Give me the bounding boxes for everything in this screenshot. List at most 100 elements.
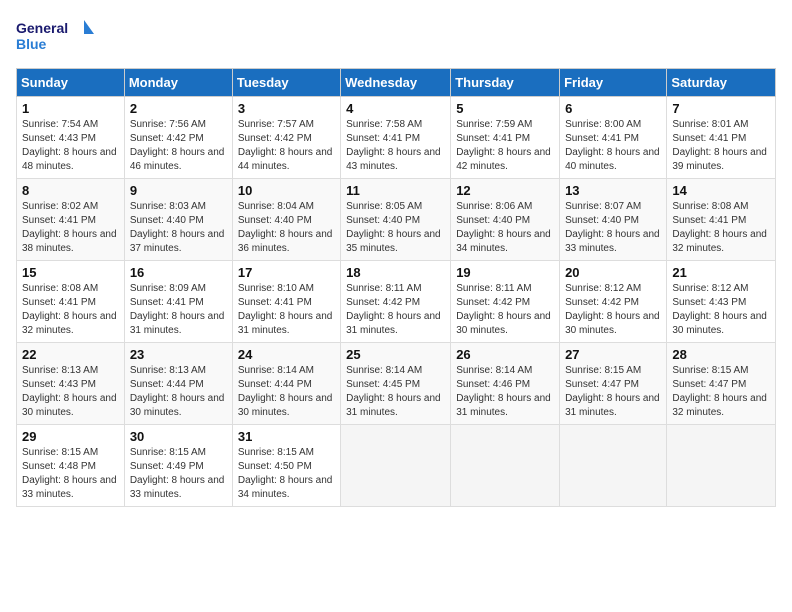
day-cell	[451, 425, 560, 507]
day-cell: 5Sunrise: 7:59 AMSunset: 4:41 PMDaylight…	[451, 97, 560, 179]
day-number: 6	[565, 101, 661, 116]
day-number: 22	[22, 347, 119, 362]
day-cell: 28 Sunrise: 8:15 AMSunset: 4:47 PMDayligh…	[667, 343, 776, 425]
day-number: 21	[672, 265, 770, 280]
day-cell: 31 Sunrise: 8:15 AMSunset: 4:50 PMDayligh…	[232, 425, 340, 507]
day-cell: 4 Sunrise: 7:58 AMSunset: 4:41 PMDaylight…	[341, 97, 451, 179]
day-cell: 16Sunrise: 8:09 AMSunset: 4:41 PMDayligh…	[124, 261, 232, 343]
day-number: 4	[346, 101, 445, 116]
day-number: 27	[565, 347, 661, 362]
day-cell: 6Sunrise: 8:00 AMSunset: 4:41 PMDaylight…	[560, 97, 667, 179]
day-detail: Sunrise: 8:04 AMSunset: 4:40 PMDaylight:…	[238, 200, 335, 256]
day-number: 3	[238, 101, 335, 116]
weekday-header-saturday: Saturday	[667, 69, 776, 97]
day-number: 19	[456, 265, 554, 280]
day-number: 31	[238, 429, 335, 444]
day-number: 8	[22, 183, 119, 198]
day-number: 11	[346, 183, 445, 198]
day-detail: Sunrise: 8:13 AMSunset: 4:43 PMDaylight:…	[22, 364, 119, 420]
day-cell: 18 Sunrise: 8:11 AMSunset: 4:42 PMDayligh…	[341, 261, 451, 343]
day-number: 29	[22, 429, 119, 444]
day-cell: 10Sunrise: 8:04 AMSunset: 4:40 PMDayligh…	[232, 179, 340, 261]
day-cell: 14 Sunrise: 8:08 AMSunset: 4:41 PMDayligh…	[667, 179, 776, 261]
weekday-header-friday: Friday	[560, 69, 667, 97]
day-cell	[341, 425, 451, 507]
day-cell: 1 Sunrise: 7:54 AMSunset: 4:43 PMDaylight…	[17, 97, 125, 179]
day-detail: Sunrise: 8:11 AMSunset: 4:42 PMDaylight:…	[456, 282, 554, 338]
day-detail: Sunrise: 7:58 AMSunset: 4:41 PMDaylight:…	[346, 118, 445, 174]
day-number: 2	[130, 101, 227, 116]
week-row-5: 29 Sunrise: 8:15 AMSunset: 4:48 PMDayligh…	[17, 425, 776, 507]
day-number: 28	[672, 347, 770, 362]
day-cell: 19 Sunrise: 8:11 AMSunset: 4:42 PMDayligh…	[451, 261, 560, 343]
day-number: 24	[238, 347, 335, 362]
day-detail: Sunrise: 8:05 AMSunset: 4:40 PMDaylight:…	[346, 200, 445, 256]
day-detail: Sunrise: 8:15 AMSunset: 4:50 PMDaylight:…	[238, 446, 335, 502]
day-detail: Sunrise: 8:08 AMSunset: 4:41 PMDaylight:…	[672, 200, 770, 256]
day-detail: Sunrise: 8:06 AMSunset: 4:40 PMDaylight:…	[456, 200, 554, 256]
day-detail: Sunrise: 8:11 AMSunset: 4:42 PMDaylight:…	[346, 282, 445, 338]
day-cell: 23 Sunrise: 8:13 AMSunset: 4:44 PMDayligh…	[124, 343, 232, 425]
weekday-header-wednesday: Wednesday	[341, 69, 451, 97]
day-detail: Sunrise: 8:14 AMSunset: 4:45 PMDaylight:…	[346, 364, 445, 420]
day-cell: 24 Sunrise: 8:14 AMSunset: 4:44 PMDayligh…	[232, 343, 340, 425]
day-number: 23	[130, 347, 227, 362]
day-detail: Sunrise: 8:13 AMSunset: 4:44 PMDaylight:…	[130, 364, 227, 420]
day-cell: 29 Sunrise: 8:15 AMSunset: 4:48 PMDayligh…	[17, 425, 125, 507]
day-detail: Sunrise: 7:57 AMSunset: 4:42 PMDaylight:…	[238, 118, 335, 174]
day-detail: Sunrise: 8:15 AMSunset: 4:49 PMDaylight:…	[130, 446, 227, 502]
day-cell: 7 Sunrise: 8:01 AMSunset: 4:41 PMDaylight…	[667, 97, 776, 179]
day-cell: 9Sunrise: 8:03 AMSunset: 4:40 PMDaylight…	[124, 179, 232, 261]
page-header: General Blue	[16, 16, 776, 56]
day-detail: Sunrise: 8:14 AMSunset: 4:44 PMDaylight:…	[238, 364, 335, 420]
day-detail: Sunrise: 8:15 AMSunset: 4:47 PMDaylight:…	[672, 364, 770, 420]
day-cell: 22 Sunrise: 8:13 AMSunset: 4:43 PMDayligh…	[17, 343, 125, 425]
day-number: 18	[346, 265, 445, 280]
day-number: 1	[22, 101, 119, 116]
day-number: 17	[238, 265, 335, 280]
svg-text:Blue: Blue	[16, 36, 47, 52]
logo: General Blue	[16, 16, 96, 56]
day-cell: 30Sunrise: 8:15 AMSunset: 4:49 PMDayligh…	[124, 425, 232, 507]
week-row-3: 15 Sunrise: 8:08 AMSunset: 4:41 PMDayligh…	[17, 261, 776, 343]
week-row-4: 22 Sunrise: 8:13 AMSunset: 4:43 PMDayligh…	[17, 343, 776, 425]
day-cell: 12 Sunrise: 8:06 AMSunset: 4:40 PMDayligh…	[451, 179, 560, 261]
day-number: 26	[456, 347, 554, 362]
day-detail: Sunrise: 8:15 AMSunset: 4:48 PMDaylight:…	[22, 446, 119, 502]
day-cell: 8 Sunrise: 8:02 AMSunset: 4:41 PMDaylight…	[17, 179, 125, 261]
day-detail: Sunrise: 8:02 AMSunset: 4:41 PMDaylight:…	[22, 200, 119, 256]
logo-svg: General Blue	[16, 16, 96, 56]
day-detail: Sunrise: 8:08 AMSunset: 4:41 PMDaylight:…	[22, 282, 119, 338]
day-detail: Sunrise: 8:01 AMSunset: 4:41 PMDaylight:…	[672, 118, 770, 174]
day-number: 9	[130, 183, 227, 198]
day-detail: Sunrise: 8:10 AMSunset: 4:41 PMDaylight:…	[238, 282, 335, 338]
weekday-header-tuesday: Tuesday	[232, 69, 340, 97]
weekday-header-sunday: Sunday	[17, 69, 125, 97]
day-number: 14	[672, 183, 770, 198]
calendar-header-row: SundayMondayTuesdayWednesdayThursdayFrid…	[17, 69, 776, 97]
day-cell	[667, 425, 776, 507]
day-cell: 15 Sunrise: 8:08 AMSunset: 4:41 PMDayligh…	[17, 261, 125, 343]
day-number: 13	[565, 183, 661, 198]
day-cell: 11 Sunrise: 8:05 AMSunset: 4:40 PMDayligh…	[341, 179, 451, 261]
day-detail: Sunrise: 7:54 AMSunset: 4:43 PMDaylight:…	[22, 118, 119, 174]
day-detail: Sunrise: 8:12 AMSunset: 4:42 PMDaylight:…	[565, 282, 661, 338]
day-number: 25	[346, 347, 445, 362]
weekday-header-thursday: Thursday	[451, 69, 560, 97]
day-cell: 17 Sunrise: 8:10 AMSunset: 4:41 PMDayligh…	[232, 261, 340, 343]
day-cell: 13 Sunrise: 8:07 AMSunset: 4:40 PMDayligh…	[560, 179, 667, 261]
weekday-header-monday: Monday	[124, 69, 232, 97]
day-number: 15	[22, 265, 119, 280]
day-detail: Sunrise: 8:15 AMSunset: 4:47 PMDaylight:…	[565, 364, 661, 420]
day-detail: Sunrise: 8:07 AMSunset: 4:40 PMDaylight:…	[565, 200, 661, 256]
day-number: 12	[456, 183, 554, 198]
day-cell: 27 Sunrise: 8:15 AMSunset: 4:47 PMDayligh…	[560, 343, 667, 425]
week-row-2: 8 Sunrise: 8:02 AMSunset: 4:41 PMDaylight…	[17, 179, 776, 261]
day-detail: Sunrise: 7:56 AMSunset: 4:42 PMDaylight:…	[130, 118, 227, 174]
day-number: 16	[130, 265, 227, 280]
day-cell: 26Sunrise: 8:14 AMSunset: 4:46 PMDayligh…	[451, 343, 560, 425]
day-cell: 21Sunrise: 8:12 AMSunset: 4:43 PMDayligh…	[667, 261, 776, 343]
day-cell: 25 Sunrise: 8:14 AMSunset: 4:45 PMDayligh…	[341, 343, 451, 425]
week-row-1: 1 Sunrise: 7:54 AMSunset: 4:43 PMDaylight…	[17, 97, 776, 179]
day-number: 7	[672, 101, 770, 116]
